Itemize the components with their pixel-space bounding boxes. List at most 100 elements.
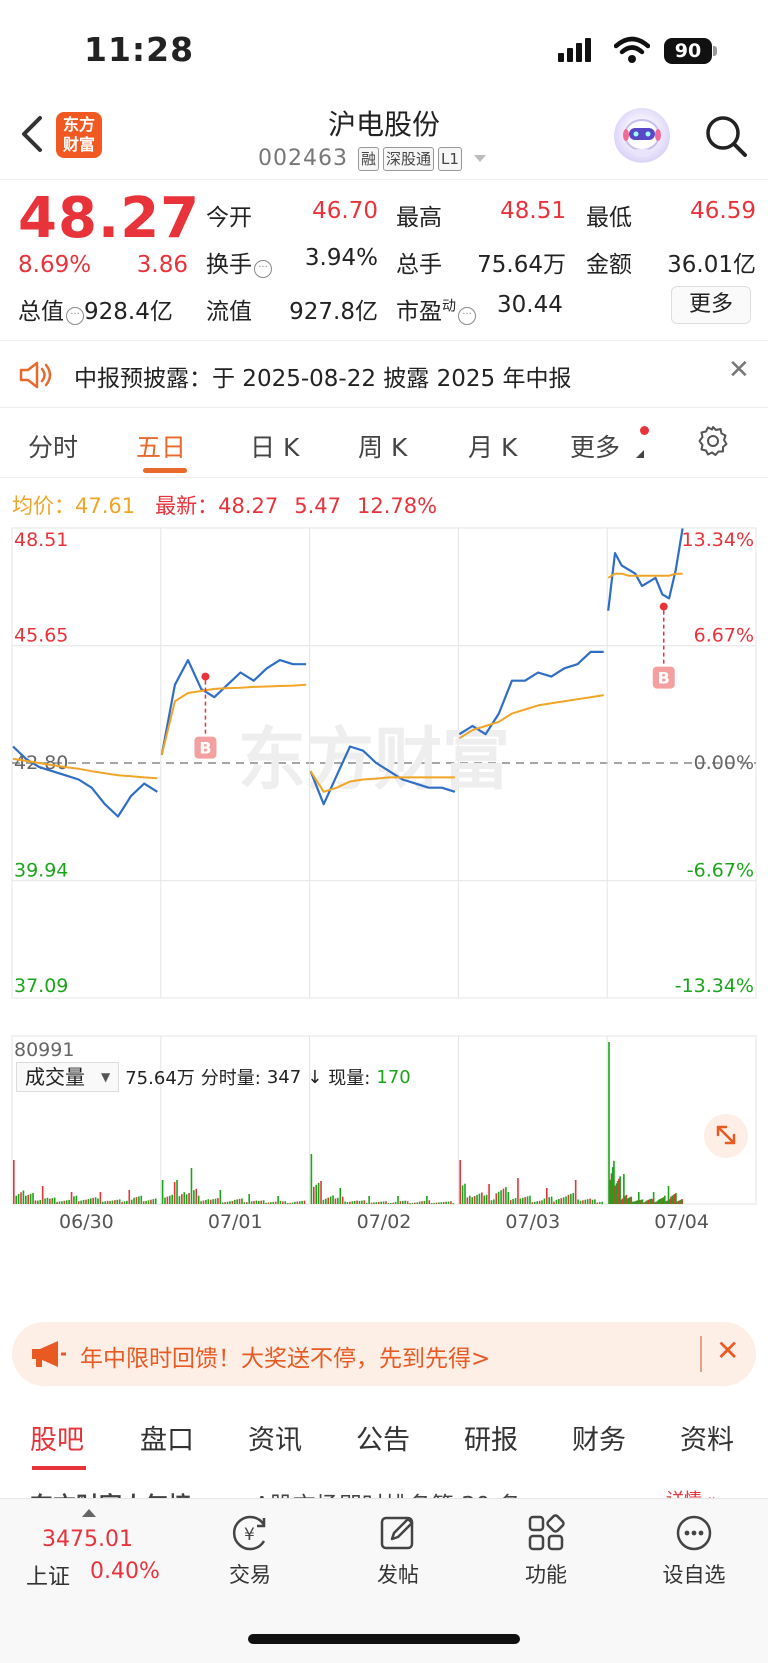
tab-research[interactable]: 研报 [464,1418,518,1457]
volume-bar [183,1192,186,1204]
search-icon[interactable] [702,112,750,160]
volume-bar [130,1199,133,1204]
volume-bar [546,1187,548,1204]
index-name[interactable]: 上证 [26,1559,70,1591]
stock-code-row[interactable]: 002463 融 深股通 L1 [258,146,486,171]
volume-bar [450,1201,452,1204]
volume-bar [49,1198,51,1204]
tab-intraday[interactable]: 分时 [28,428,78,464]
tab-pankou[interactable]: 盘口 [140,1418,194,1457]
volume-bar [325,1198,327,1204]
volume-bar [438,1202,440,1204]
volume-bar [77,1201,80,1204]
info-icon[interactable]: ··· [458,307,476,325]
volume-bar [214,1198,217,1204]
volume-bar [310,1153,313,1204]
tab-five-day[interactable]: 五日 [136,428,186,464]
float-label: 流值 [206,299,252,325]
percent-axis-label: -6.67% [687,860,754,882]
wifi-icon [614,36,650,63]
settings-gear-icon[interactable] [696,424,730,458]
volume-bar [536,1201,538,1204]
change-percent: 8.69% [18,252,92,278]
index-value[interactable]: 3475.01 [42,1527,133,1552]
expand-icon[interactable] [704,1114,748,1158]
tab-weekly-k[interactable]: 周 K [358,428,407,464]
mktcap-label: 总值 ··· 928.4亿 [18,292,173,326]
nav-add-watchlist[interactable]: 设自选 [644,1513,744,1589]
volume-bar [589,1198,591,1204]
volume-bar [46,1197,49,1204]
nav-add-watchlist-label: 设自选 [662,1563,726,1587]
volume-bar [41,1185,44,1204]
tab-profile[interactable]: 资料 [680,1418,734,1457]
tick-volume-value: 347 [266,1066,302,1088]
volume-bar [104,1201,107,1204]
close-icon[interactable]: ✕ [716,1334,739,1367]
nav-functions[interactable]: 功能 [496,1513,596,1589]
tab-guba[interactable]: 股吧 [30,1418,84,1457]
tab-announcement[interactable]: 公告 [356,1418,410,1457]
volume-bar [97,1198,99,1204]
volume-bar [555,1199,558,1204]
high-value: 48.51 [500,198,566,224]
amount-value: 36.01亿 [667,252,756,278]
tick-volume-label: 分时量: [200,1068,261,1089]
five-day-chart[interactable]: 东方财富48.5145.6542.8039.9437.0913.34%6.67%… [0,524,768,1284]
index-change[interactable]: 0.40% [90,1559,160,1584]
volume-bar [128,1189,131,1204]
assistant-robot-icon[interactable] [614,108,670,164]
volume-bar [500,1190,502,1204]
volume-bar [548,1197,551,1204]
speaker-icon [19,361,52,389]
notice-bar[interactable]: 中报预披露：于 2025-08-22 披露 2025 年中报 ✕ [0,340,768,408]
volume-bar [402,1200,404,1204]
volume-bar [123,1201,126,1204]
volume-bar [478,1193,481,1204]
tab-news[interactable]: 资讯 [248,1418,302,1457]
volume-value: 75.64万 [477,252,566,278]
tab-more[interactable]: 更多 [570,428,620,464]
tab-finance[interactable]: 财务 [572,1418,626,1457]
volume-bar [418,1201,421,1204]
avg-line-day-5 [607,572,683,579]
volume-indicator-select[interactable]: 成交量 ▼ [16,1062,120,1092]
volume-bar [188,1192,190,1204]
volume-bar [426,1195,428,1204]
volume-bar [75,1195,78,1204]
volume-bar [111,1200,114,1204]
volume-bar [442,1201,445,1204]
volume-bar [476,1194,478,1204]
tab-daily-k[interactable]: 日 K [250,428,299,464]
volume-bar [178,1196,181,1204]
volume-bar [502,1188,505,1204]
nav-trade[interactable]: ¥ 交易 [200,1513,300,1589]
volume-bar [114,1200,116,1204]
volume-bar [262,1200,265,1204]
chevron-down-icon[interactable] [473,155,486,162]
volume-bar [349,1201,351,1204]
nav-post[interactable]: 发帖 [348,1513,448,1589]
info-icon[interactable]: ··· [66,307,84,325]
volume-bar [543,1198,546,1204]
close-icon[interactable]: ✕ [728,355,750,385]
expand-up-icon[interactable] [82,1509,96,1517]
volume-bar [365,1202,368,1204]
volume-bar [466,1197,469,1204]
volume-bar [161,1179,164,1204]
edit-post-icon [380,1516,414,1550]
volume-bar [317,1182,320,1204]
volume-bar [368,1195,370,1204]
pe-label: 市盈动··· [396,292,476,326]
tab-monthly-k[interactable]: 月 K [468,428,517,464]
volume-bar [414,1202,416,1204]
more-quote-button[interactable]: 更多 [671,286,751,324]
volume-bar [512,1199,514,1204]
volume-bar [152,1199,155,1204]
volume-bar [236,1199,238,1204]
volume-bar [320,1180,322,1204]
volume-bar [85,1199,87,1204]
volume-bar [56,1201,58,1204]
promo-banner[interactable]: 年中限时回馈！大奖送不停，先到先得> ✕ [12,1322,756,1386]
volume-bar [394,1201,397,1204]
